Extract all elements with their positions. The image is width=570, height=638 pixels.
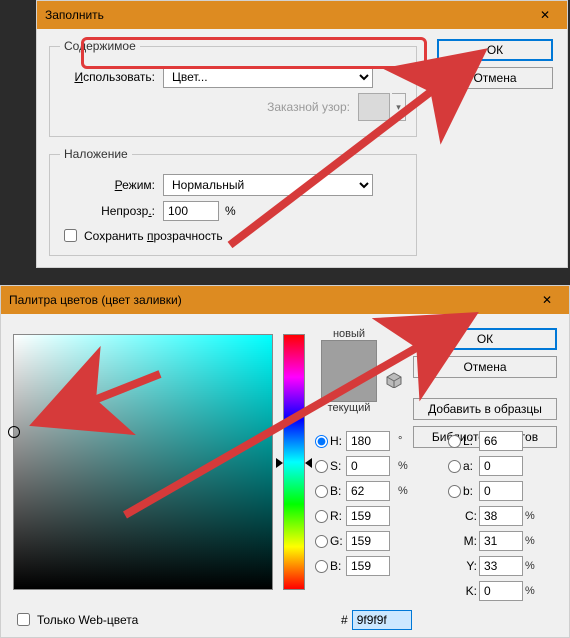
use-select[interactable]: Цвет... <box>163 66 373 88</box>
color-values-grid: H:° L: S:% a: B:% b: R: C:% G: M:% B: Y:… <box>315 431 543 601</box>
color-picker-dialog: Палитра цветов (цвет заливки) ✕ новый те… <box>0 285 570 638</box>
current-color-swatch[interactable] <box>322 371 376 401</box>
b-radio[interactable] <box>315 485 328 498</box>
lab-b-input[interactable] <box>479 481 523 501</box>
pattern-dropdown: ▾ <box>392 93 406 121</box>
preserve-transparency-input[interactable] <box>64 229 77 242</box>
current-color-label: текущий <box>321 402 377 414</box>
s-input[interactable] <box>346 456 390 476</box>
bb-input[interactable] <box>346 556 390 576</box>
web-colors-checkbox[interactable]: Только Web-цвета <box>13 610 138 629</box>
close-icon[interactable]: ✕ <box>531 4 559 26</box>
k-input[interactable] <box>479 581 523 601</box>
new-color-swatch <box>322 341 376 371</box>
mode-label: Режим: <box>60 178 155 192</box>
swatch-preview: новый текущий <box>321 328 377 414</box>
close-icon[interactable]: ✕ <box>533 289 561 311</box>
fill-title: Заполнить <box>45 8 531 22</box>
lab-b-radio[interactable] <box>448 485 461 498</box>
blending-group: Наложение Режим: Нормальный Непрозр.: % … <box>49 147 417 256</box>
blending-legend: Наложение <box>60 147 132 161</box>
hue-slider[interactable] <box>283 334 305 590</box>
r-input[interactable] <box>346 506 390 526</box>
h-radio[interactable] <box>315 435 328 448</box>
cancel-button[interactable]: Отмена <box>437 67 553 89</box>
hue-pointer-left-icon <box>276 458 283 468</box>
hash-label: # <box>341 613 348 627</box>
fill-dialog: Заполнить ✕ ОК Отмена Содержимое Использ… <box>36 0 568 268</box>
ok-button[interactable]: ОК <box>437 39 553 61</box>
a-radio[interactable] <box>448 460 461 473</box>
ok-button[interactable]: ОК <box>413 328 557 350</box>
mode-select[interactable]: Нормальный <box>163 174 373 196</box>
use-label: Использовать: <box>60 70 155 84</box>
pattern-label: Заказной узор: <box>267 100 350 114</box>
fill-titlebar[interactable]: Заполнить ✕ <box>37 1 567 29</box>
c-input[interactable] <box>479 506 523 526</box>
preserve-transparency-checkbox[interactable]: Сохранить прозрачность <box>60 226 406 245</box>
h-input[interactable] <box>346 431 390 451</box>
hue-pointer-right-icon <box>305 458 312 468</box>
new-color-label: новый <box>321 328 377 340</box>
bb-radio[interactable] <box>315 560 328 573</box>
cancel-button[interactable]: Отмена <box>413 356 557 378</box>
opacity-label: Непрозр.: <box>60 204 155 218</box>
hex-input[interactable] <box>352 610 412 630</box>
l-input[interactable] <box>479 431 523 451</box>
r-radio[interactable] <box>315 510 328 523</box>
cube-icon <box>386 372 402 388</box>
g-input[interactable] <box>346 531 390 551</box>
b-input[interactable] <box>346 481 390 501</box>
picker-title: Палитра цветов (цвет заливки) <box>9 293 533 307</box>
opacity-input[interactable] <box>163 201 219 221</box>
m-input[interactable] <box>479 531 523 551</box>
l-radio[interactable] <box>448 435 461 448</box>
picker-titlebar[interactable]: Палитра цветов (цвет заливки) ✕ <box>1 286 569 314</box>
annotation-highlight <box>81 37 427 69</box>
color-field-marker[interactable] <box>8 426 20 438</box>
y-input[interactable] <box>479 556 523 576</box>
color-field[interactable] <box>13 334 273 590</box>
g-radio[interactable] <box>315 535 328 548</box>
pattern-swatch <box>358 93 390 121</box>
web-colors-input[interactable] <box>17 613 30 626</box>
add-swatch-button[interactable]: Добавить в образцы <box>413 398 557 420</box>
opacity-pct: % <box>225 204 236 218</box>
a-input[interactable] <box>479 456 523 476</box>
s-radio[interactable] <box>315 460 328 473</box>
